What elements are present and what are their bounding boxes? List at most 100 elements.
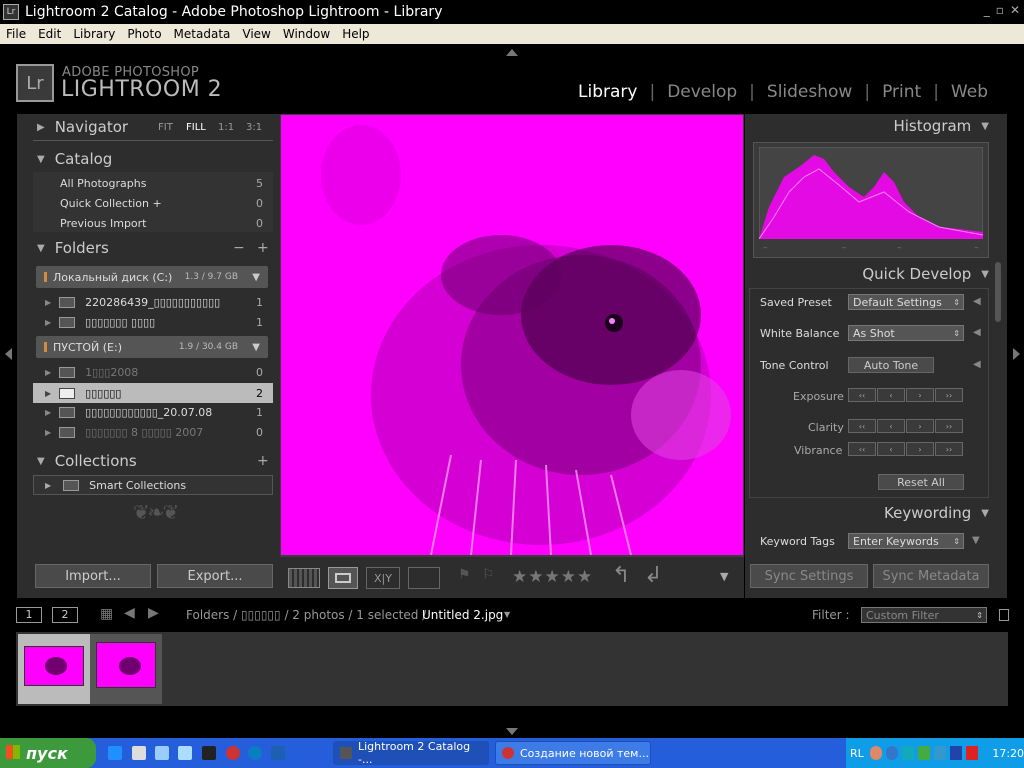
step-up-icon[interactable]: › (906, 419, 934, 433)
step-down-icon[interactable]: ‹ (877, 388, 905, 402)
folder-item[interactable]: ▶ ▯▯▯▯▯▯▯ ▯▯▯▯ 1 (45, 314, 273, 330)
rotate-right-icon[interactable]: ↲ (644, 563, 662, 588)
saved-preset-select[interactable]: Default Settings ⇕ (848, 294, 964, 310)
toolbar-menu-icon[interactable]: ▼ (720, 570, 728, 583)
catalog-item-all[interactable]: All Photographs 5 (60, 175, 273, 191)
remove-folder-icon[interactable]: − (233, 240, 245, 256)
step-down-large-icon[interactable]: ‹‹ (848, 442, 876, 456)
disclosure-left-icon[interactable]: ◀ (973, 327, 981, 338)
catalog-header[interactable]: ▼ Catalog (37, 147, 112, 171)
minimize-icon[interactable]: _ (984, 3, 990, 17)
disclosure-left-icon[interactable]: ◀ (973, 359, 981, 370)
flag-icon[interactable]: ⚑ (458, 567, 471, 583)
folder-item-selected[interactable]: ▶ ▯▯▯▯▯▯ 2 (33, 383, 273, 403)
ie-icon[interactable] (108, 746, 122, 760)
reset-all-button[interactable]: Reset All (878, 474, 964, 490)
quicklaunch-icon[interactable] (202, 746, 216, 760)
menu-help[interactable]: Help (336, 27, 375, 41)
chevron-down-icon[interactable]: ▼ (252, 272, 260, 283)
media-player-icon[interactable] (132, 746, 146, 760)
tray-icon[interactable] (885, 746, 898, 760)
collapse-bottom-icon[interactable] (506, 728, 518, 735)
catalog-item-previous[interactable]: Previous Import 0 (60, 215, 273, 231)
step-up-icon[interactable]: › (906, 442, 934, 456)
folder-item[interactable]: ▶ 220286439_▯▯▯▯▯▯▯▯▯▯▯ 1 (45, 294, 273, 310)
add-folder-icon[interactable]: + (257, 240, 269, 256)
menu-metadata[interactable]: Metadata (168, 27, 237, 41)
module-web[interactable]: Web (951, 82, 988, 102)
collections-header[interactable]: ▼ Collections + (37, 449, 277, 473)
collapse-icon[interactable]: ▼ (972, 535, 980, 546)
menu-photo[interactable]: Photo (121, 27, 167, 41)
disclosure-left-icon[interactable]: ◀ (973, 296, 981, 307)
step-up-large-icon[interactable]: ›› (935, 419, 963, 433)
menu-window[interactable]: Window (277, 27, 336, 41)
sync-metadata-button[interactable]: Sync Metadata (873, 564, 989, 588)
collapse-right-icon[interactable] (1013, 348, 1020, 360)
right-panel-scrollbar[interactable] (995, 262, 1001, 322)
quick-develop-header[interactable]: Quick Develop ▼ (745, 262, 989, 286)
task-lightroom[interactable]: Lightroom 2 Catalog -... (333, 740, 489, 766)
opera-icon[interactable] (226, 746, 240, 760)
step-down-large-icon[interactable]: ‹‹ (848, 388, 876, 402)
folder-item[interactable]: ▶ ▯▯▯▯▯▯▯▯▯▯▯▯_20.07.08 1 (45, 404, 273, 420)
loupe-view[interactable] (280, 114, 744, 557)
tray-icon[interactable] (950, 746, 963, 760)
volume-e[interactable]: ПУСТОЙ (E:) 1.9 / 30.4 GB ▼ (36, 336, 268, 358)
step-down-icon[interactable]: ‹ (877, 442, 905, 456)
quicklaunch-icon[interactable] (178, 746, 192, 760)
collapse-top-icon[interactable] (506, 49, 518, 56)
volume-icon[interactable] (934, 746, 947, 760)
menu-view[interactable]: View (236, 27, 276, 41)
step-down-large-icon[interactable]: ‹‹ (848, 419, 876, 433)
step-up-large-icon[interactable]: ›› (935, 388, 963, 402)
module-develop[interactable]: Develop (667, 82, 737, 102)
folders-header[interactable]: ▼ Folders − + (37, 236, 277, 260)
histogram-header[interactable]: Histogram ▼ (745, 114, 989, 138)
kaspersky-icon[interactable] (966, 746, 979, 760)
chevron-down-icon[interactable]: ▼ (252, 342, 260, 353)
volume-c[interactable]: Локальный диск (C:) 1.3 / 9.7 GB ▼ (36, 266, 268, 288)
add-collection-icon[interactable]: + (257, 453, 269, 469)
module-slideshow[interactable]: Slideshow (767, 82, 852, 102)
zoom-1-1[interactable]: 1:1 (218, 122, 234, 133)
reject-flag-icon[interactable]: ⚐ (482, 567, 495, 583)
survey-view-icon[interactable] (408, 567, 440, 589)
restore-icon[interactable]: ▫ (996, 3, 1004, 17)
zoom-fit[interactable]: FIT (158, 122, 173, 133)
menu-file[interactable]: File (0, 27, 32, 41)
auto-tone-button[interactable]: Auto Tone (848, 357, 934, 373)
module-library[interactable]: Library (578, 82, 637, 102)
task-opera[interactable]: Создание новой тем... (495, 741, 651, 765)
compare-view-icon[interactable]: X|Y (366, 567, 400, 589)
forward-arrow-icon[interactable]: ▶ (148, 605, 159, 621)
primary-window-button[interactable]: 1 (16, 607, 42, 623)
folder-item[interactable]: ▶ 1▯▯▯2008 0 (45, 364, 273, 380)
zoom-fill[interactable]: FILL (186, 122, 206, 133)
loupe-view-icon[interactable] (328, 567, 358, 589)
folder-item[interactable]: ▶ ▯▯▯▯▯▯▯ 8 ▯▯▯▯▯ 2007 0 (45, 424, 273, 440)
close-icon[interactable]: ✕ (1010, 3, 1020, 17)
tray-icon[interactable] (918, 746, 931, 760)
thumbnail[interactable] (90, 634, 162, 704)
smart-collections-row[interactable]: ▶ Smart Collections (33, 475, 273, 495)
zoom-3-1[interactable]: 3:1 (246, 122, 262, 133)
quicklaunch-icon[interactable] (248, 746, 262, 760)
white-balance-select[interactable]: As Shot ⇕ (848, 325, 964, 341)
chevron-down-icon[interactable]: ▼ (504, 610, 510, 619)
menu-library[interactable]: Library (67, 27, 121, 41)
keyword-tags-select[interactable]: Enter Keywords ⇕ (848, 533, 964, 549)
import-button[interactable]: Import... (35, 564, 151, 588)
filter-lock-icon[interactable] (999, 609, 1009, 621)
module-print[interactable]: Print (882, 82, 921, 102)
quicklaunch-icon[interactable] (155, 746, 169, 760)
step-up-icon[interactable]: › (906, 388, 934, 402)
secondary-window-button[interactable]: 2 (52, 607, 78, 623)
source-path[interactable]: Folders / ▯▯▯▯▯▯ / 2 photos / 1 selected… (186, 608, 426, 622)
thumbnail-selected[interactable] (18, 634, 90, 704)
navigator-header[interactable]: ▶ Navigator FIT FILL 1:1 3:1 (37, 115, 277, 139)
grid-view-icon[interactable] (288, 568, 320, 588)
language-indicator[interactable]: RL (850, 747, 864, 760)
collapse-left-icon[interactable] (5, 348, 12, 360)
sync-settings-button[interactable]: Sync Settings (750, 564, 868, 588)
